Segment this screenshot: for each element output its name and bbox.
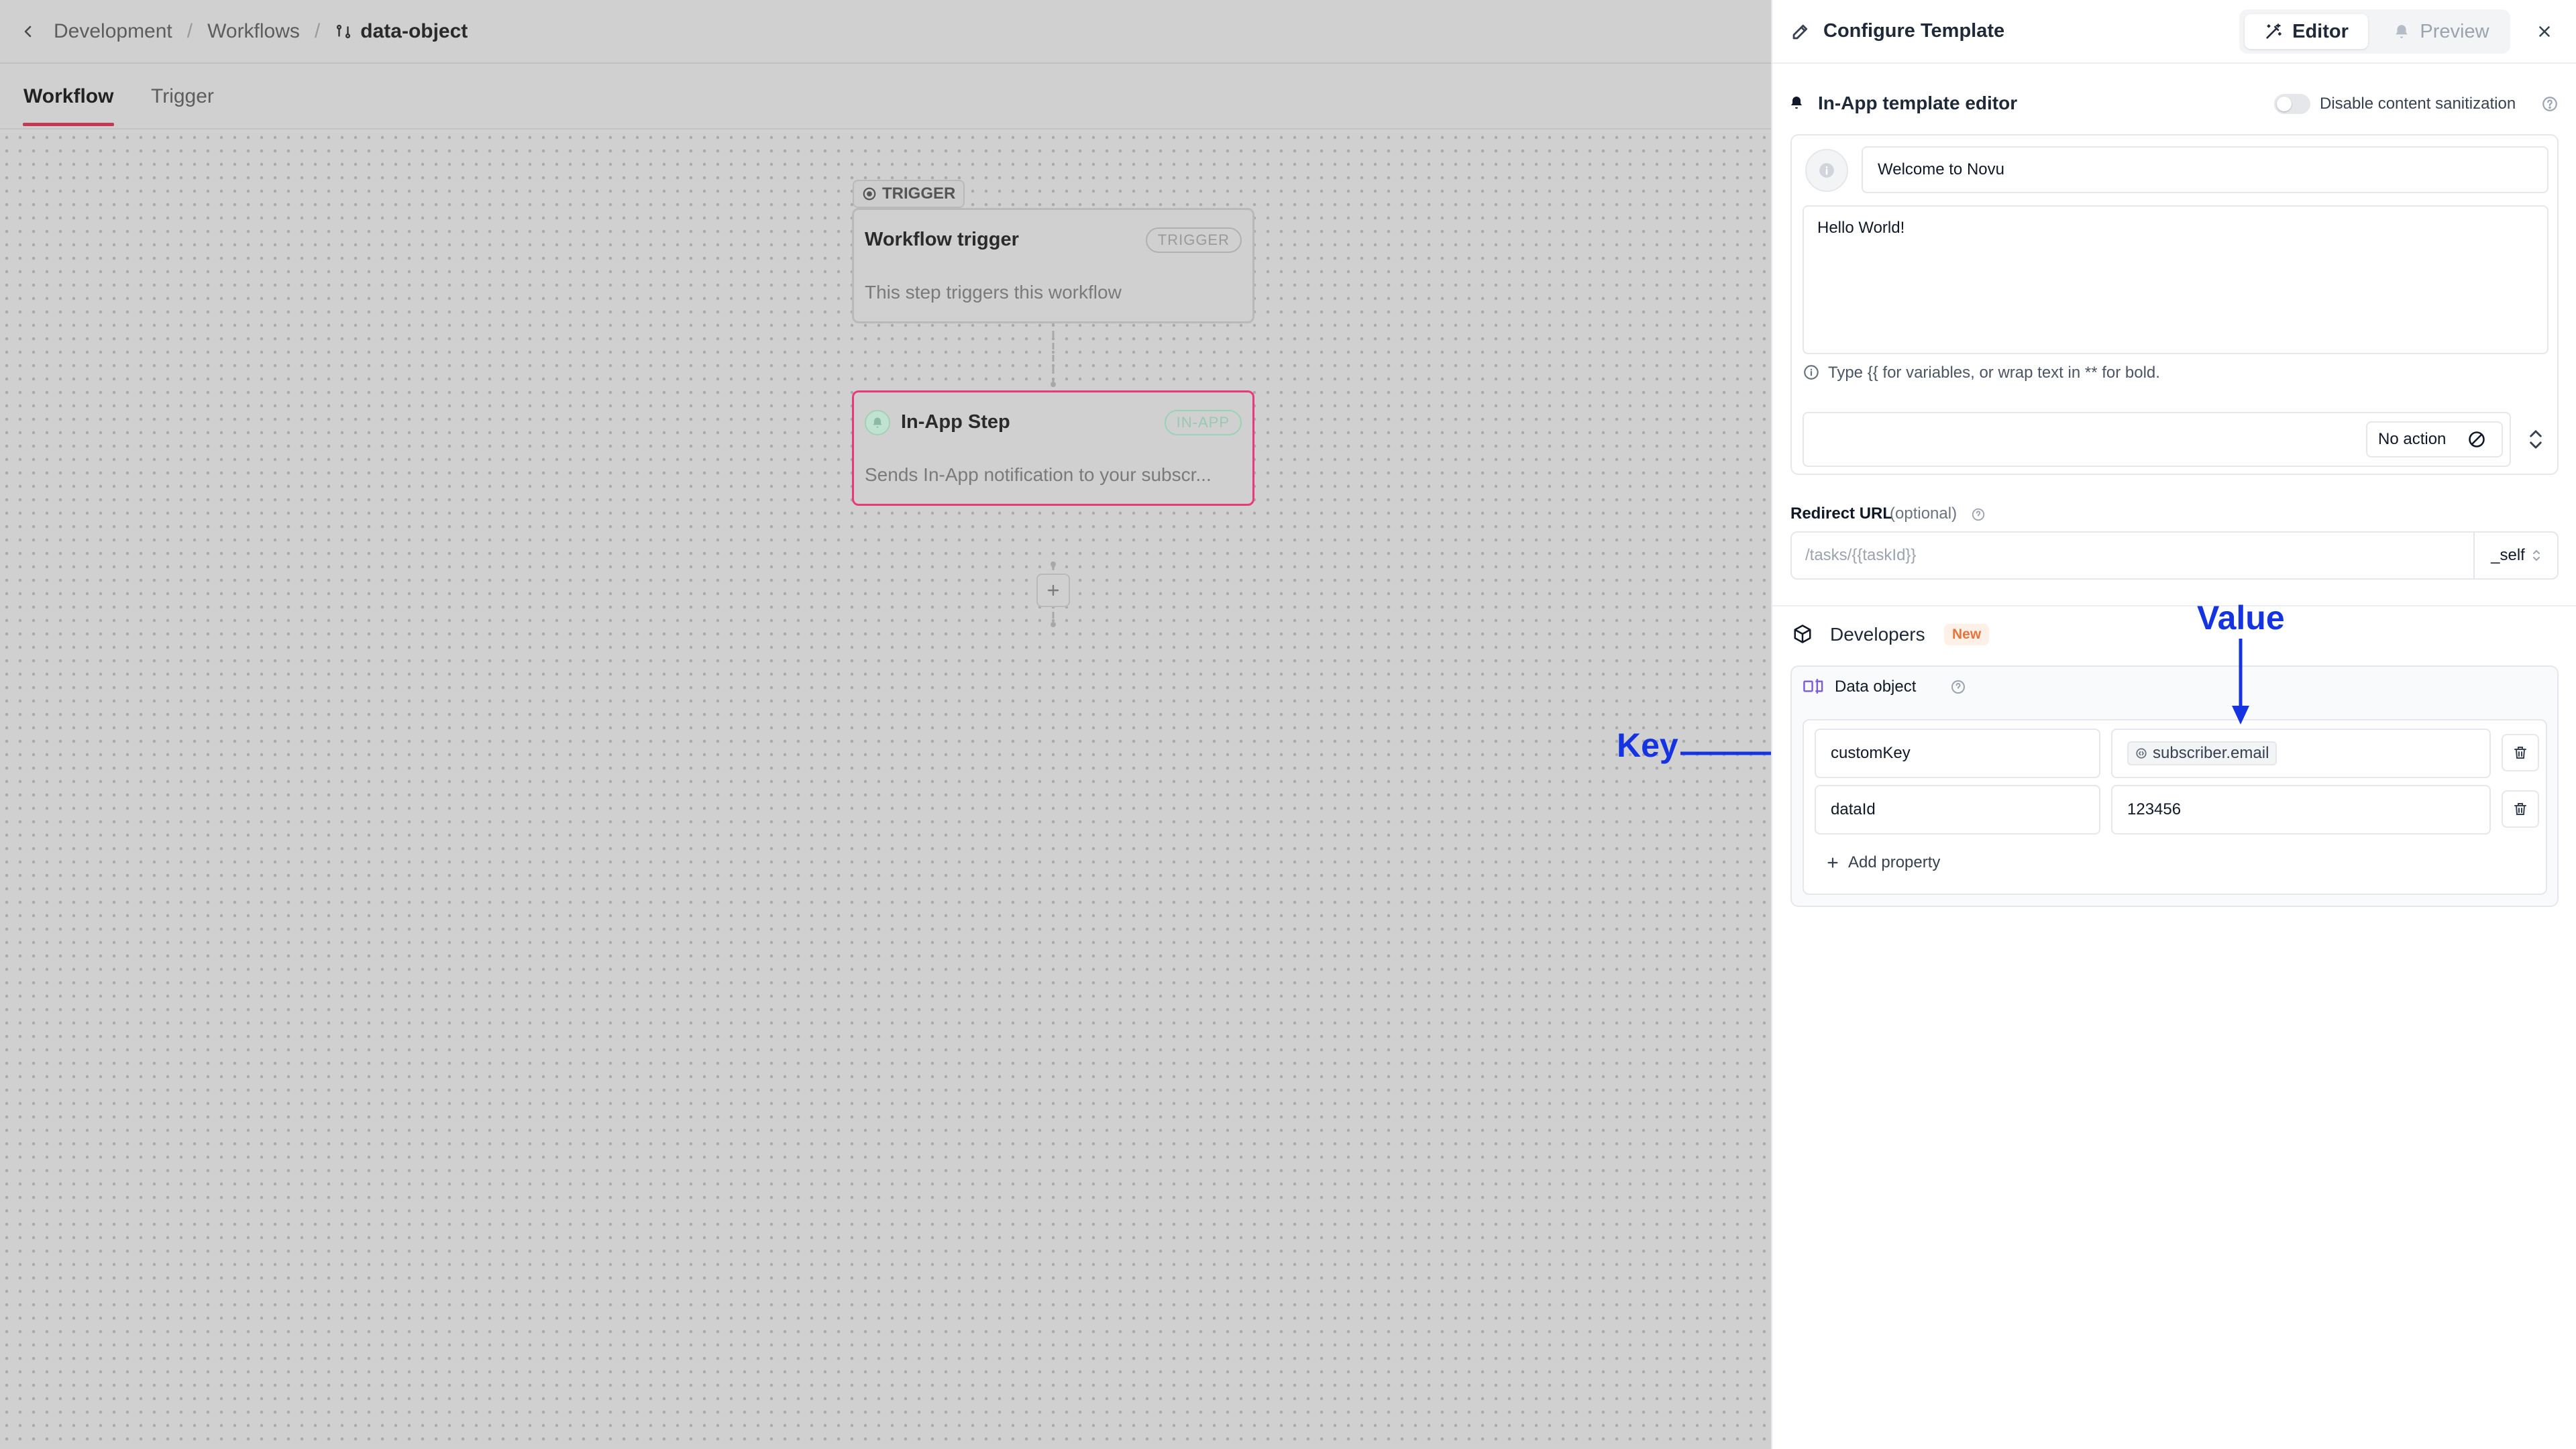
properties-list: customKey subscriber.email dataId 123456 [1803, 719, 2547, 895]
sanitization-toggle[interactable] [2274, 94, 2310, 114]
redirect-target-select[interactable]: _self [2473, 533, 2557, 578]
help-icon[interactable] [1971, 507, 1986, 522]
property-key-value: dataId [1831, 800, 1876, 818]
template-editor-box: Welcome to Novu Hello World! Type {{ for… [1790, 134, 2559, 475]
tab-editor-label: Editor [2292, 20, 2349, 42]
trigger-label-text: TRIGGER [882, 184, 956, 203]
cube-icon [1794, 625, 1811, 643]
trigger-node-subtitle: This step triggers this workflow [865, 282, 1122, 303]
inapp-node-title: In-App Step [901, 411, 1010, 433]
trash-icon [2514, 747, 2526, 759]
delete-property-button[interactable] [2502, 790, 2539, 828]
data-object-icon [1803, 679, 1823, 694]
bell-icon [2396, 25, 2408, 38]
action-row: No action [1803, 412, 2511, 467]
expand-icon[interactable] [2526, 428, 2546, 451]
inapp-step-node[interactable]: In-App Step IN-APP Sends In-App notifica… [852, 390, 1254, 506]
info-icon [1804, 365, 1819, 380]
trigger-node-title: Workflow trigger [865, 229, 1019, 250]
top-bar: Development / Workflows / data-object [0, 0, 1771, 64]
plus-icon [1047, 584, 1059, 596]
subject-value: Welcome to Novu [1878, 160, 2004, 178]
panel-header: Configure Template Editor Preview [1772, 0, 2576, 64]
subject-input[interactable]: Welcome to Novu [1862, 146, 2548, 193]
delete-property-button[interactable] [2502, 734, 2539, 771]
variable-icon [2136, 748, 2147, 759]
breadcrumb-separator: / [314, 19, 321, 42]
configure-template-panel: Configure Template Editor Preview In-App… [1771, 0, 2576, 1449]
add-property-button[interactable]: Add property [1816, 845, 1949, 880]
sanitization-label: Disable content sanitization [2320, 95, 2516, 113]
workflow-trigger-node[interactable]: Workflow trigger TRIGGER This step trigg… [852, 208, 1254, 323]
workflow-canvas[interactable] [0, 131, 1771, 1449]
chevron-updown-icon [2532, 549, 2540, 561]
annotation-value-label: Value [2197, 599, 2285, 637]
editor-preview-toggle: Editor Preview [2239, 9, 2510, 54]
action-select[interactable]: No action [2366, 421, 2503, 458]
workflow-canvas-area: Development / Workflows / data-object Wo… [0, 0, 1812, 1449]
body-value: Hello World! [1817, 219, 1905, 237]
help-icon[interactable] [2541, 95, 2559, 113]
info-icon [1819, 163, 1834, 178]
tab-trigger[interactable]: Trigger [151, 85, 214, 108]
target-icon [863, 187, 876, 201]
add-property-label: Add property [1848, 853, 1941, 871]
editor-hint: Type {{ for variables, or wrap text in *… [1828, 364, 2160, 382]
tab-workflow[interactable]: Workflow [23, 85, 113, 108]
workflow-name: data-object [360, 19, 468, 42]
section-divider [1772, 605, 2576, 606]
bell-icon [1791, 97, 1802, 109]
redirect-optional: (optional) [1890, 504, 1957, 523]
close-icon[interactable] [2536, 23, 2553, 40]
chevron-left-icon[interactable] [20, 23, 36, 40]
wand-icon [2266, 23, 2282, 39]
tab-editor[interactable]: Editor [2245, 14, 2368, 49]
trigger-node-badge: TRIGGER [1145, 227, 1242, 253]
help-icon[interactable] [1950, 679, 1966, 695]
variable-chip: subscriber.email [2127, 741, 2277, 765]
action-label: No action [2378, 430, 2447, 448]
new-badge: New [1944, 624, 1990, 645]
inapp-node-subtitle: Sends In-App notification to your subscr… [865, 464, 1212, 485]
add-step-button[interactable] [1036, 574, 1070, 607]
developers-title: Developers [1830, 624, 1925, 645]
property-value-text: subscriber.email [2153, 744, 2269, 762]
panel-title: Configure Template [1823, 20, 2005, 42]
workflow-icon [337, 24, 351, 38]
breadcrumb-development[interactable]: Development [54, 20, 172, 43]
redirect-url-field: /tasks/{{taskId}} _self [1790, 531, 2559, 580]
pencil-icon [1792, 24, 1808, 40]
trigger-label: TRIGGER [853, 180, 965, 208]
tab-preview[interactable]: Preview [2377, 14, 2505, 49]
annotation-value-arrow [2232, 639, 2249, 724]
breadcrumb-current: data-object [335, 20, 468, 43]
redirect-target-value: _self [2491, 546, 2525, 564]
ban-icon [2469, 431, 2485, 447]
data-object-title: Data object [1835, 678, 1917, 696]
template-editor-title: In-App template editor [1818, 93, 2018, 113]
breadcrumb-workflows[interactable]: Workflows [207, 20, 300, 43]
breadcrumb-separator: / [186, 19, 193, 42]
step-connectors [1051, 319, 1056, 627]
workflow-tabs: Workflow Trigger [0, 65, 1771, 129]
redirect-url-placeholder: /tasks/{{taskId}} [1805, 546, 1917, 564]
redirect-label: Redirect URL [1790, 504, 1893, 523]
property-value-input[interactable]: subscriber.email [2111, 729, 2491, 778]
tab-preview-label: Preview [2420, 20, 2489, 42]
property-key-input[interactable]: customKey [1815, 729, 2100, 778]
plus-icon [1827, 857, 1838, 868]
property-value-input[interactable]: 123456 [2111, 785, 2491, 835]
data-object-card: Data object customKey subscriber.email d… [1790, 665, 2559, 907]
property-key-input[interactable]: dataId [1815, 785, 2100, 835]
active-tab-indicator [23, 123, 114, 126]
redirect-url-input[interactable]: /tasks/{{taskId}} [1792, 533, 2473, 578]
trash-icon [2514, 803, 2526, 815]
property-value-text: 123456 [2127, 800, 2182, 818]
bell-icon [865, 410, 890, 435]
annotation-key-label: Key [1617, 727, 1678, 764]
inapp-node-badge: IN-APP [1164, 410, 1242, 435]
property-key-value: customKey [1831, 744, 1911, 762]
body-editor[interactable]: Hello World! [1803, 205, 2548, 354]
avatar-picker[interactable] [1805, 149, 1848, 192]
